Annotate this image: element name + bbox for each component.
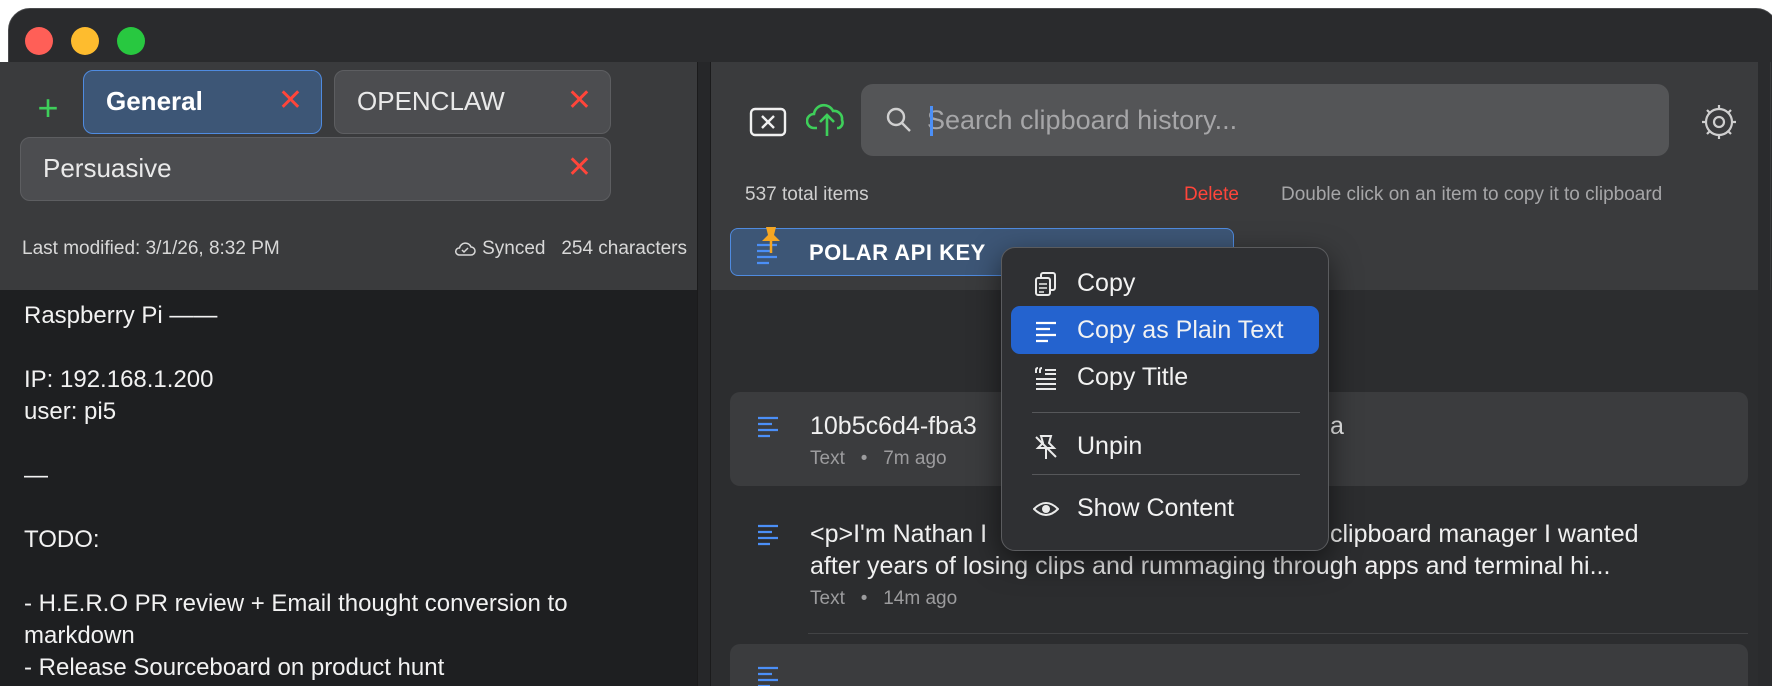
menu-item-label: Copy as Plain Text: [1077, 316, 1284, 344]
item-text: 10b5c6d4-fba3: [810, 412, 977, 440]
close-tab-icon[interactable]: ✕: [278, 71, 303, 131]
text-align-icon: [1036, 321, 1056, 343]
menu-item-unpin[interactable]: Unpin: [1011, 422, 1319, 470]
meta-dot: •: [860, 448, 868, 469]
delete-button[interactable]: Delete: [1184, 184, 1239, 206]
tab-label: General: [106, 86, 203, 116]
text-lines-icon: [758, 416, 778, 438]
item-text-line2: after years of losing clips and rummagin…: [810, 552, 1611, 580]
search-bar[interactable]: [861, 84, 1669, 156]
tab-persuasive[interactable]: Persuasive ✕: [20, 137, 611, 201]
tab-openclaw[interactable]: OPENCLAW ✕: [334, 70, 611, 134]
menu-separator: [1032, 474, 1300, 475]
pinned-item-title: POLAR API KEY: [809, 240, 986, 265]
copy-icon: [1035, 272, 1056, 296]
item-type: Text: [810, 588, 845, 609]
gear-icon[interactable]: [1700, 103, 1738, 141]
menu-item-copy[interactable]: Copy: [1011, 259, 1319, 307]
menu-separator: [1032, 412, 1300, 413]
eye-icon: [1033, 502, 1059, 516]
text-lines-icon: [758, 524, 778, 546]
unpin-icon: [1035, 435, 1057, 459]
close-window-button[interactable]: [25, 27, 53, 55]
meta-dot: •: [860, 588, 868, 609]
menu-item-label: Show Content: [1077, 494, 1235, 522]
note-meta: Last modified: 3/1/26, 8:32 PM Synced 25…: [22, 238, 687, 260]
tab-label: OPENCLAW: [357, 86, 505, 116]
pin-icon: [762, 227, 780, 253]
list-item[interactable]: [730, 644, 1748, 686]
minimize-window-button[interactable]: [71, 27, 99, 55]
menu-item-label: Copy Title: [1077, 363, 1189, 391]
menu-item-show-content[interactable]: Show Content: [1011, 484, 1319, 532]
text-lines-icon: [758, 666, 778, 686]
copy-hint: Double click on an item to copy it to cl…: [1281, 184, 1663, 205]
menu-item-copy-title[interactable]: Copy Title: [1011, 353, 1319, 401]
cloud-upload-icon[interactable]: [806, 98, 850, 138]
close-tab-icon[interactable]: ✕: [567, 138, 592, 198]
list-separator: [808, 633, 1748, 634]
note-text[interactable]: Raspberry Pi —— IP: 192.168.1.200 user: …: [24, 300, 684, 684]
menu-item-label: Unpin: [1077, 432, 1143, 460]
item-meta: Text • 14m ago: [810, 588, 957, 610]
search-icon: [886, 107, 911, 132]
sync-status: Synced: [482, 238, 546, 259]
item-time: 14m ago: [883, 588, 958, 609]
add-tab-button[interactable]: +: [28, 90, 68, 130]
split-divider[interactable]: [697, 62, 711, 686]
item-text-tail: clipboard manager I wanted: [1330, 520, 1639, 548]
text-caret: [930, 106, 933, 136]
tab-general[interactable]: General ✕: [83, 70, 322, 134]
item-text: <p>I'm Nathan I: [810, 520, 988, 548]
clear-icon[interactable]: [749, 107, 787, 137]
tab-label: Persuasive: [43, 153, 172, 183]
item-time: 7m ago: [883, 448, 947, 469]
last-modified: Last modified: 3/1/26, 8:32 PM: [22, 238, 280, 259]
total-items: 537 total items: [745, 184, 869, 205]
item-type: Text: [810, 448, 845, 469]
quote-text-icon: [1035, 367, 1056, 390]
char-count: 254 characters: [561, 238, 687, 259]
item-text-tail: a: [1330, 412, 1344, 440]
close-tab-icon[interactable]: ✕: [567, 71, 592, 131]
menu-item-copy-plain-text[interactable]: Copy as Plain Text: [1011, 306, 1319, 354]
item-meta: Text • 7m ago: [810, 448, 947, 470]
zoom-window-button[interactable]: [117, 27, 145, 55]
search-input[interactable]: [927, 98, 1647, 142]
context-menu: Copy Copy as Plain Text Copy Title Unpin…: [1001, 247, 1329, 551]
menu-item-label: Copy: [1077, 269, 1136, 297]
scrollbar[interactable]: [1758, 62, 1770, 686]
cloud-check-icon: [455, 242, 476, 256]
